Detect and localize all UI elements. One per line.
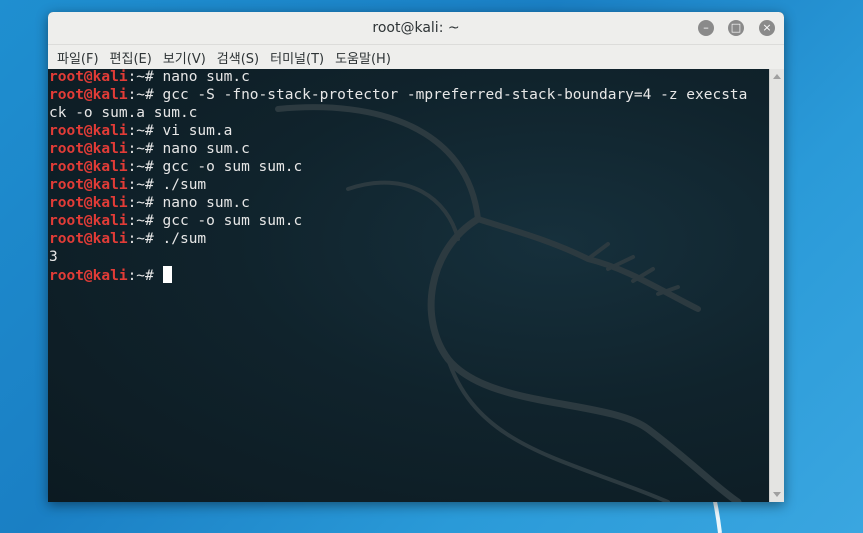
command-text: gcc -o sum sum.c	[162, 213, 303, 229]
prompt-path: :~#	[127, 87, 163, 103]
terminal-line: root@kali:~# vi sum.a	[49, 122, 747, 140]
prompt-user: root@kali	[49, 69, 128, 85]
prompt-path: :~#	[127, 177, 163, 193]
command-text: nano sum.c	[162, 141, 250, 157]
menu-terminal[interactable]: 터미널(T)	[265, 48, 329, 67]
prompt-user: root@kali	[49, 268, 128, 284]
close-button[interactable]: ×	[759, 20, 775, 36]
terminal-line: ck -o sum.a sum.c	[49, 104, 747, 122]
terminal-line: 3	[49, 248, 747, 266]
prompt-path: :~#	[127, 213, 163, 229]
menu-search[interactable]: 검색(S)	[212, 48, 264, 67]
maximize-icon: □	[730, 21, 742, 34]
prompt-path: :~#	[127, 159, 163, 175]
prompt-user: root@kali	[49, 177, 128, 193]
command-text: ./sum	[162, 177, 207, 193]
prompt-path: :~#	[127, 268, 163, 284]
title-bar[interactable]: root@kali: ~ – □ ×	[48, 12, 784, 45]
close-icon: ×	[762, 21, 772, 34]
prompt-user: root@kali	[49, 141, 128, 157]
prompt-path: :~#	[127, 231, 163, 247]
terminal-line: root@kali:~# ./sum	[49, 230, 747, 248]
prompt-user: root@kali	[49, 159, 128, 175]
prompt-path: :~#	[127, 69, 163, 85]
terminal-window[interactable]: root@kali: ~ – □ × 파일(F) 편집(E) 보기(V) 검색(…	[48, 12, 784, 502]
window-title: root@kali: ~	[372, 20, 460, 36]
command-text: nano sum.c	[162, 69, 250, 85]
terminal-output: root@kali:~# nano sum.c root@kali:~# gcc …	[49, 69, 747, 284]
output-text: ck -o sum.a sum.c	[49, 105, 198, 121]
terminal-line: root@kali:~# nano sum.c	[49, 194, 747, 212]
terminal-line: root@kali:~# nano sum.c	[49, 140, 747, 158]
menu-file[interactable]: 파일(F)	[52, 48, 104, 67]
command-text: gcc -o sum sum.c	[162, 159, 303, 175]
menu-edit[interactable]: 편집(E)	[105, 48, 157, 67]
prompt-user: root@kali	[49, 123, 128, 139]
terminal-line: root@kali:~# nano sum.c	[49, 69, 747, 86]
menu-bar: 파일(F) 편집(E) 보기(V) 검색(S) 터미널(T) 도움말(H)	[48, 45, 784, 70]
terminal-area[interactable]: root@kali:~# nano sum.c root@kali:~# gcc …	[48, 69, 770, 502]
menu-view[interactable]: 보기(V)	[158, 48, 211, 67]
prompt-user: root@kali	[49, 87, 128, 103]
maximize-button[interactable]: □	[728, 20, 744, 36]
prompt-user: root@kali	[49, 213, 128, 229]
vertical-scrollbar[interactable]	[769, 69, 784, 502]
text-cursor	[162, 266, 172, 283]
prompt-path: :~#	[127, 123, 163, 139]
terminal-line: root@kali:~# gcc -o sum sum.c	[49, 212, 747, 230]
terminal-line: root@kali:~# gcc -S -fno-stack-protector…	[49, 86, 747, 104]
terminal-line: root@kali:~# ./sum	[49, 176, 747, 194]
menu-help[interactable]: 도움말(H)	[330, 48, 396, 67]
terminal-line: root@kali:~# gcc -o sum sum.c	[49, 158, 747, 176]
minimize-icon: –	[703, 21, 709, 34]
prompt-user: root@kali	[49, 231, 128, 247]
terminal-line: root@kali:~#	[49, 266, 747, 284]
prompt-user: root@kali	[49, 195, 128, 211]
scroll-up-icon[interactable]	[773, 74, 781, 79]
output-text: 3	[49, 249, 58, 265]
scroll-down-icon[interactable]	[773, 492, 781, 497]
minimize-button[interactable]: –	[698, 20, 714, 36]
command-text: nano sum.c	[162, 195, 250, 211]
command-text: ./sum	[162, 231, 207, 247]
command-text: vi sum.a	[162, 123, 233, 139]
prompt-path: :~#	[127, 195, 163, 211]
prompt-path: :~#	[127, 141, 163, 157]
command-text: gcc -S -fno-stack-protector -mpreferred-…	[162, 87, 748, 103]
